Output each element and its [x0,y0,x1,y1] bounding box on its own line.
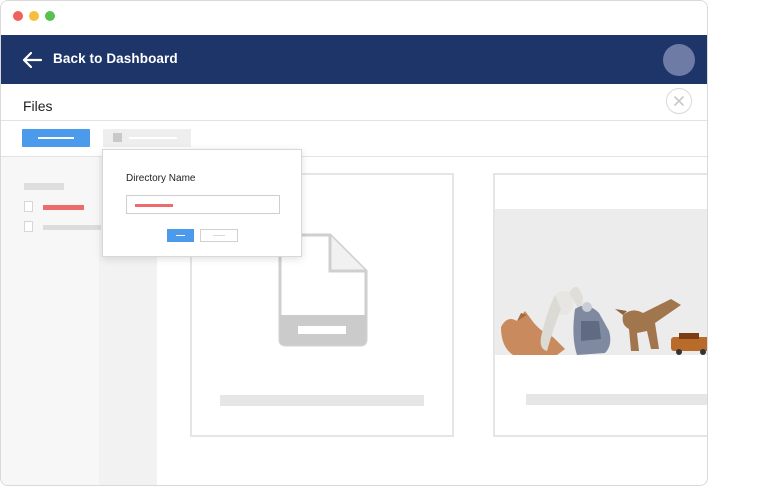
files-header: Files [1,84,707,121]
arrow-left-icon[interactable] [21,49,43,71]
confirm-button[interactable] [167,229,194,242]
button-label-placeholder [129,137,177,139]
window-titlebar [1,1,707,35]
app-window: Back to Dashboard Files Directory Name [0,0,708,486]
button-label-placeholder [38,137,74,139]
file-name-placeholder [220,395,424,406]
cancel-button[interactable] [200,229,238,242]
image-thumbnail [495,209,707,355]
file-icon [24,221,33,232]
button-label-placeholder [213,235,225,236]
sidebar-item-label-placeholder [43,205,84,210]
file-name-placeholder [526,394,707,405]
page-title: Files [23,98,53,114]
avatar[interactable] [663,44,695,76]
primary-action-button[interactable] [22,129,90,147]
sidebar-heading-placeholder [24,183,64,190]
close-icon [674,96,684,106]
directory-name-label: Directory Name [126,173,196,184]
photo-of-toys [501,286,707,355]
minimize-window-dot[interactable] [29,11,39,21]
app-header: Back to Dashboard [1,35,707,84]
maximize-window-dot[interactable] [45,11,55,21]
new-directory-dialog: Directory Name [102,149,302,257]
new-folder-button[interactable] [103,129,191,147]
sidebar-item-label-placeholder [43,225,101,230]
plus-icon [113,133,122,142]
directory-name-input[interactable] [126,195,280,214]
close-button[interactable] [666,88,692,114]
button-label-placeholder [176,235,185,236]
close-window-dot[interactable] [13,11,23,21]
back-to-dashboard-link[interactable]: Back to Dashboard [53,51,178,66]
file-card-image[interactable] [493,173,707,437]
input-value-placeholder [135,204,173,207]
file-icon [24,201,33,212]
